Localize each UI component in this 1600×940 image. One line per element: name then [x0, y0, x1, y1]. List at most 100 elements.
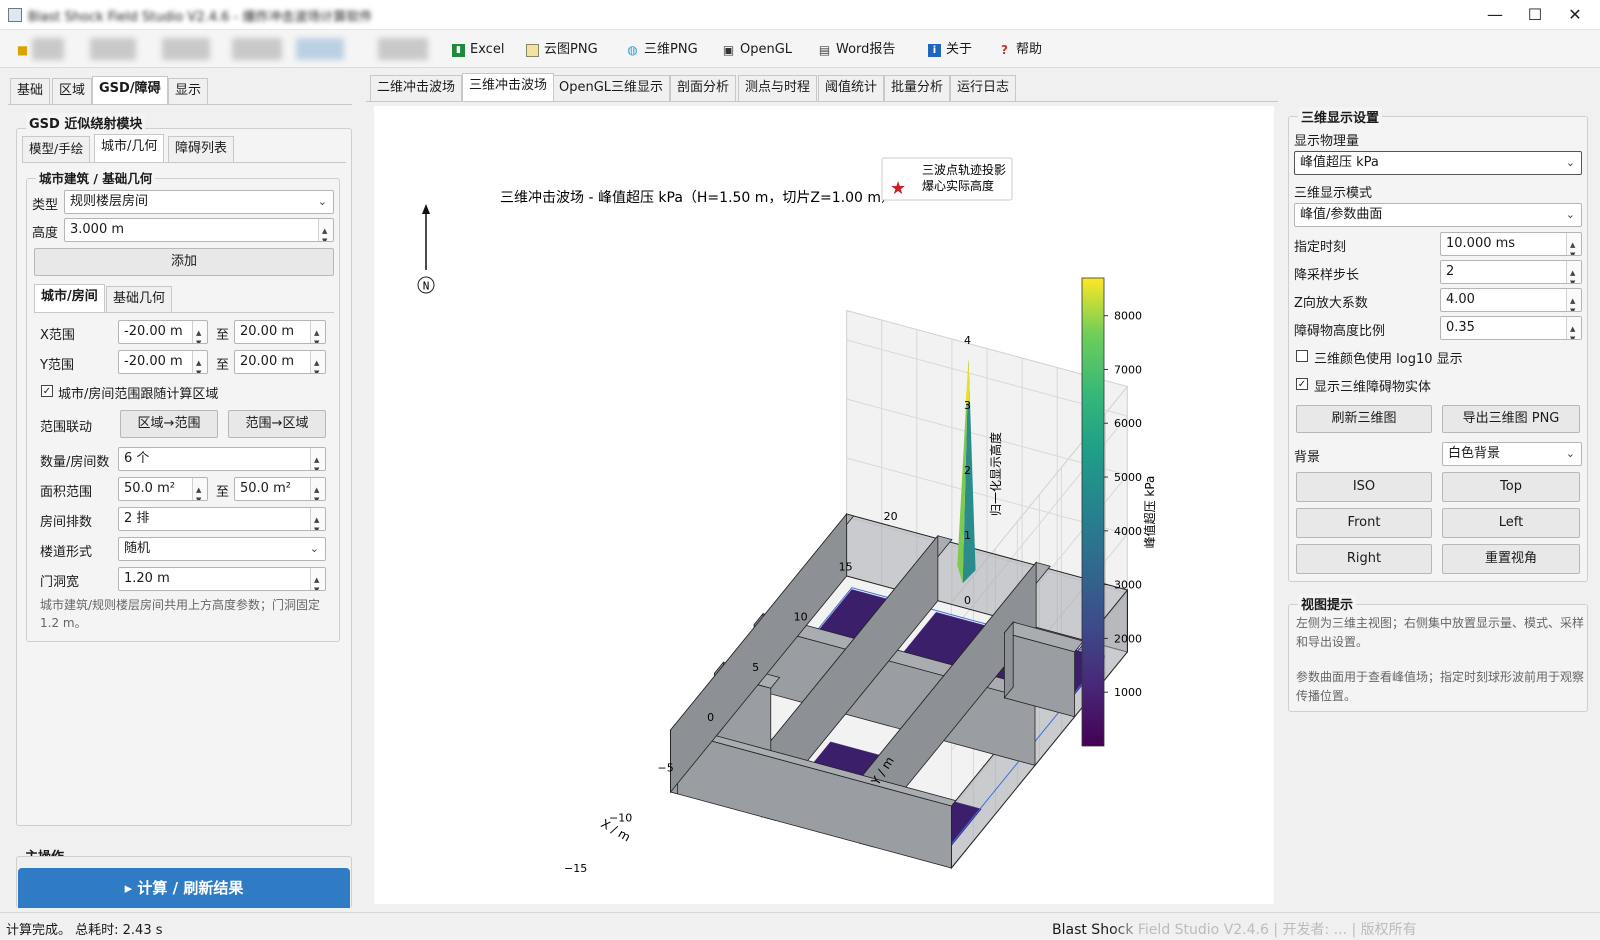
to-label: 至 — [216, 485, 230, 500]
count-input[interactable]: 6 个 — [118, 447, 326, 471]
time-input[interactable]: 10.000 ms — [1440, 232, 1582, 256]
tab-opengl-3d[interactable]: OpenGL三维显示 — [552, 75, 671, 101]
background-select[interactable]: 白色背景 ⌄ — [1442, 442, 1582, 466]
opengl-button[interactable]: ▣ OpenGL — [722, 39, 792, 61]
tab-batch-analysis[interactable]: 批量分析 — [884, 75, 951, 101]
corridor-label: 楼道形式 — [40, 545, 93, 560]
blurred-toolbar-item[interactable] — [232, 38, 282, 60]
range-to-region-button[interactable]: 范围→区域 — [228, 410, 326, 438]
zscale-input[interactable]: 4.00 — [1440, 288, 1582, 312]
blurred-toolbar-item[interactable] — [162, 38, 210, 60]
add-button[interactable]: 添加 — [34, 248, 334, 276]
status-copyright: Blast Shock Field Studio V2.4.6 | 开发者: .… — [1052, 922, 1417, 938]
close-button[interactable]: ✕ — [1552, 0, 1598, 30]
subtab-model-draw[interactable]: 模型/手绘 — [22, 136, 91, 162]
tab-points-history[interactable]: 测点与时程 — [738, 75, 818, 101]
count-spinner[interactable] — [310, 448, 325, 470]
plot-area[interactable]: −20−15−10−505101520−20−15−10−50510152001… — [374, 106, 1274, 925]
area-max-spinner[interactable] — [310, 478, 325, 500]
excel-button[interactable]: ▮ Excel — [452, 39, 504, 61]
log10-label: 三维颜色使用 log10 显示 — [1314, 352, 1463, 367]
region-to-range-button[interactable]: 区域→范围 — [120, 410, 218, 438]
x-max-spinner[interactable] — [310, 321, 325, 343]
corridor-select[interactable]: 随机 ⌄ — [118, 537, 326, 561]
tab-basic[interactable]: 基础 — [10, 78, 51, 104]
inner-tab-city-room[interactable]: 城市/房间 — [34, 284, 105, 312]
door-width-spinner[interactable] — [310, 568, 325, 590]
mode-select[interactable]: 峰值/参数曲面 ⌄ — [1294, 203, 1582, 227]
reset-view-button[interactable]: 重置视角 — [1442, 544, 1580, 574]
follow-region-checkbox[interactable]: ✓ — [41, 385, 53, 397]
word-report-button[interactable]: ▤ Word报告 — [818, 39, 896, 61]
door-width-input[interactable]: 1.20 m — [118, 567, 326, 591]
view-left-button[interactable]: Left — [1442, 508, 1580, 538]
inner-wall — [1004, 620, 1014, 699]
y-tick-label: 0 — [707, 711, 714, 724]
tab-profile[interactable]: 剖面分析 — [670, 75, 737, 101]
time-spinner[interactable] — [1566, 233, 1581, 255]
colorbar-tick-label: 5000 — [1114, 471, 1142, 484]
tab-display[interactable]: 显示 — [168, 78, 209, 104]
center-tab-divider — [366, 101, 1278, 102]
view-right-button[interactable]: Right — [1296, 544, 1432, 574]
y-min-input[interactable]: -20.00 m — [118, 350, 208, 374]
show-obstacles-label: 显示三维障碍物实体 — [1314, 380, 1432, 395]
view-iso-button[interactable]: ISO — [1296, 472, 1432, 502]
step-spinner[interactable] — [1566, 261, 1581, 283]
x-min-spinner[interactable] — [192, 321, 207, 343]
blurred-toolbar-item[interactable] — [32, 38, 64, 60]
show-obstacles-checkbox[interactable]: ✓ — [1296, 378, 1308, 390]
about-button[interactable]: i 关于 — [928, 39, 972, 61]
tab-divider — [8, 104, 352, 105]
tab-gsd-obstacle[interactable]: GSD/障碍 — [92, 76, 168, 104]
refresh-3d-button[interactable]: 刷新三维图 — [1296, 405, 1432, 433]
y-max-spinner[interactable] — [310, 351, 325, 373]
x-max-input[interactable]: 20.00 m — [234, 320, 326, 344]
tab-threshold-stats[interactable]: 阈值统计 — [818, 75, 885, 101]
subtab-obstacle-list[interactable]: 障碍列表 — [168, 136, 235, 162]
area-min-spinner[interactable] — [192, 478, 207, 500]
y-min-spinner[interactable] — [192, 351, 207, 373]
cloud-png-button[interactable]: 云图PNG — [526, 39, 598, 61]
step-input[interactable]: 2 — [1440, 260, 1582, 284]
height-input[interactable]: 3.000 m — [64, 218, 334, 242]
obstacle-ratio-spinner[interactable] — [1566, 317, 1581, 339]
log10-checkbox[interactable] — [1296, 350, 1308, 362]
run-compute-button[interactable]: ▸ 计算 / 刷新结果 — [18, 868, 350, 908]
quantity-select[interactable]: 峰值超压 kPa ⌄ — [1294, 151, 1582, 175]
y-max-input[interactable]: 20.00 m — [234, 350, 326, 374]
view-top-button[interactable]: Top — [1442, 472, 1580, 502]
help-button[interactable]: ? 帮助 — [998, 39, 1042, 61]
tab-2d-field[interactable]: 二维冲击波场 — [370, 75, 463, 101]
view-hint-title: 视图提示 — [1298, 594, 1357, 613]
x-min-input[interactable]: -20.00 m — [118, 320, 208, 344]
follow-region-label: 城市/房间范围跟随计算区域 — [58, 387, 219, 402]
colorbar-tick-label: 8000 — [1114, 310, 1142, 323]
blurred-toolbar-item[interactable] — [296, 38, 344, 60]
open-folder-icon[interactable]: ■ — [16, 39, 29, 61]
tab-3d-field[interactable]: 三维冲击波场 — [462, 73, 555, 101]
area-min-input[interactable]: 50.0 m² — [118, 477, 208, 501]
chart-svg[interactable]: −20−15−10−505101520−20−15−10−50510152001… — [374, 106, 1274, 925]
inner-tab-basic-geometry[interactable]: 基础几何 — [106, 286, 173, 312]
height-spinner[interactable] — [318, 219, 333, 241]
chevron-down-icon: ⌄ — [309, 542, 319, 555]
blurred-toolbar-item[interactable] — [378, 38, 428, 60]
tab-region[interactable]: 区域 — [52, 78, 93, 104]
area-max-input[interactable]: 50.0 m² — [234, 477, 326, 501]
tab-run-log[interactable]: 运行日志 — [950, 75, 1017, 101]
threed-png-button[interactable]: ◍ 三维PNG — [626, 39, 697, 61]
zscale-spinner[interactable] — [1566, 289, 1581, 311]
blurred-toolbar-item[interactable] — [90, 38, 136, 60]
subtab-city-geometry[interactable]: 城市/几何 — [94, 134, 165, 162]
legend[interactable]: 三波点轨迹投影 爆心实际高度 ★ — [881, 157, 1013, 201]
type-select[interactable]: 规则楼层房间 ⌄ — [64, 190, 334, 214]
rows-spinner[interactable] — [310, 508, 325, 530]
view-front-button[interactable]: Front — [1296, 508, 1432, 538]
background-label: 背景 — [1294, 450, 1321, 465]
step-label: 降采样步长 — [1294, 268, 1360, 283]
rows-input[interactable]: 2 排 — [118, 507, 326, 531]
export-3d-png-button[interactable]: 导出三维图 PNG — [1442, 405, 1580, 433]
obstacle-ratio-input[interactable]: 0.35 — [1440, 316, 1582, 340]
z-tick-label: 4 — [964, 334, 971, 347]
